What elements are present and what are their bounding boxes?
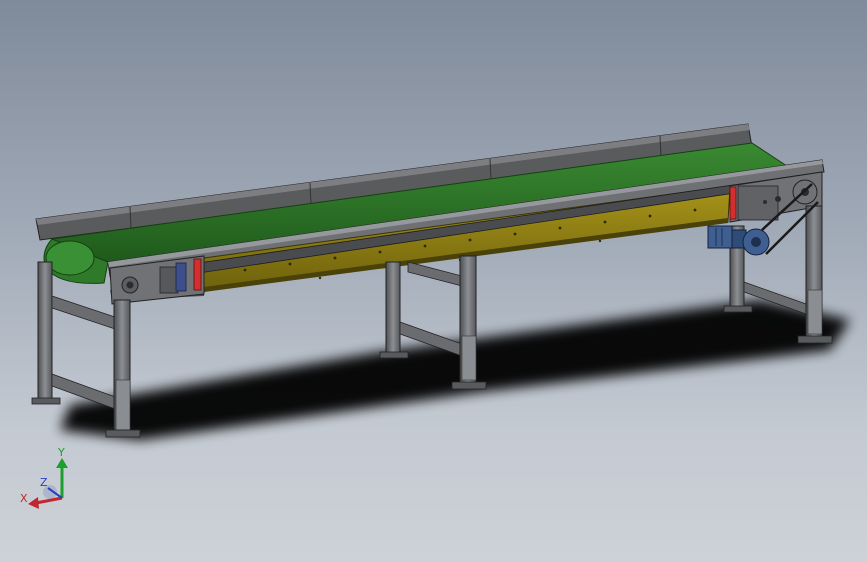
conveyor-3d-model[interactable]: Y X Z (0, 0, 867, 562)
cad-viewport[interactable]: Y X Z (0, 0, 867, 562)
y-axis-arrowhead (56, 458, 68, 468)
z-axis-label: Z (40, 476, 48, 489)
x-axis-arrowhead (28, 497, 39, 509)
floor-shadow (60, 300, 850, 440)
y-axis-label: Y (57, 446, 65, 459)
head-red-stop (729, 186, 737, 220)
x-axis-label: X (20, 492, 28, 505)
coordinate-triad: Y X Z (20, 446, 68, 509)
tail-red-stop (193, 258, 202, 291)
